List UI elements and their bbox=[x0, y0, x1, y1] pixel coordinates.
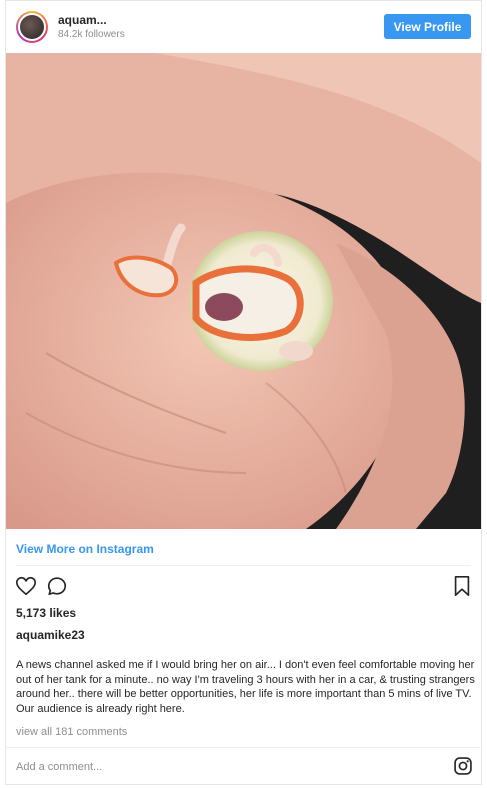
post-header: aquam... 84.2k followers View Profile bbox=[6, 1, 481, 53]
instagram-embed-card: aquam... 84.2k followers View Profile Vi… bbox=[5, 0, 482, 785]
comment-icon[interactable] bbox=[46, 575, 68, 597]
post-photo[interactable] bbox=[6, 53, 481, 529]
post-author[interactable]: aquamike23 bbox=[16, 628, 85, 642]
instagram-icon[interactable] bbox=[453, 756, 473, 776]
heart-icon[interactable] bbox=[15, 575, 37, 597]
bookmark-icon[interactable] bbox=[452, 575, 472, 597]
view-all-comments-link[interactable]: view all 181 comments bbox=[16, 726, 127, 738]
username[interactable]: aquam... bbox=[58, 13, 107, 27]
avatar[interactable] bbox=[16, 11, 48, 43]
add-comment-input[interactable]: Add a comment... bbox=[16, 761, 102, 773]
view-more-link[interactable]: View More on Instagram bbox=[16, 542, 154, 556]
view-profile-button[interactable]: View Profile bbox=[384, 14, 471, 39]
turtle-in-hands-image bbox=[6, 53, 481, 529]
follower-count: 84.2k followers bbox=[58, 29, 125, 40]
like-count: 5,173 likes bbox=[16, 606, 77, 620]
avatar-image bbox=[18, 13, 46, 41]
post-caption: A news channel asked me if I would bring… bbox=[16, 659, 475, 715]
divider bbox=[6, 747, 481, 748]
divider bbox=[16, 565, 471, 566]
